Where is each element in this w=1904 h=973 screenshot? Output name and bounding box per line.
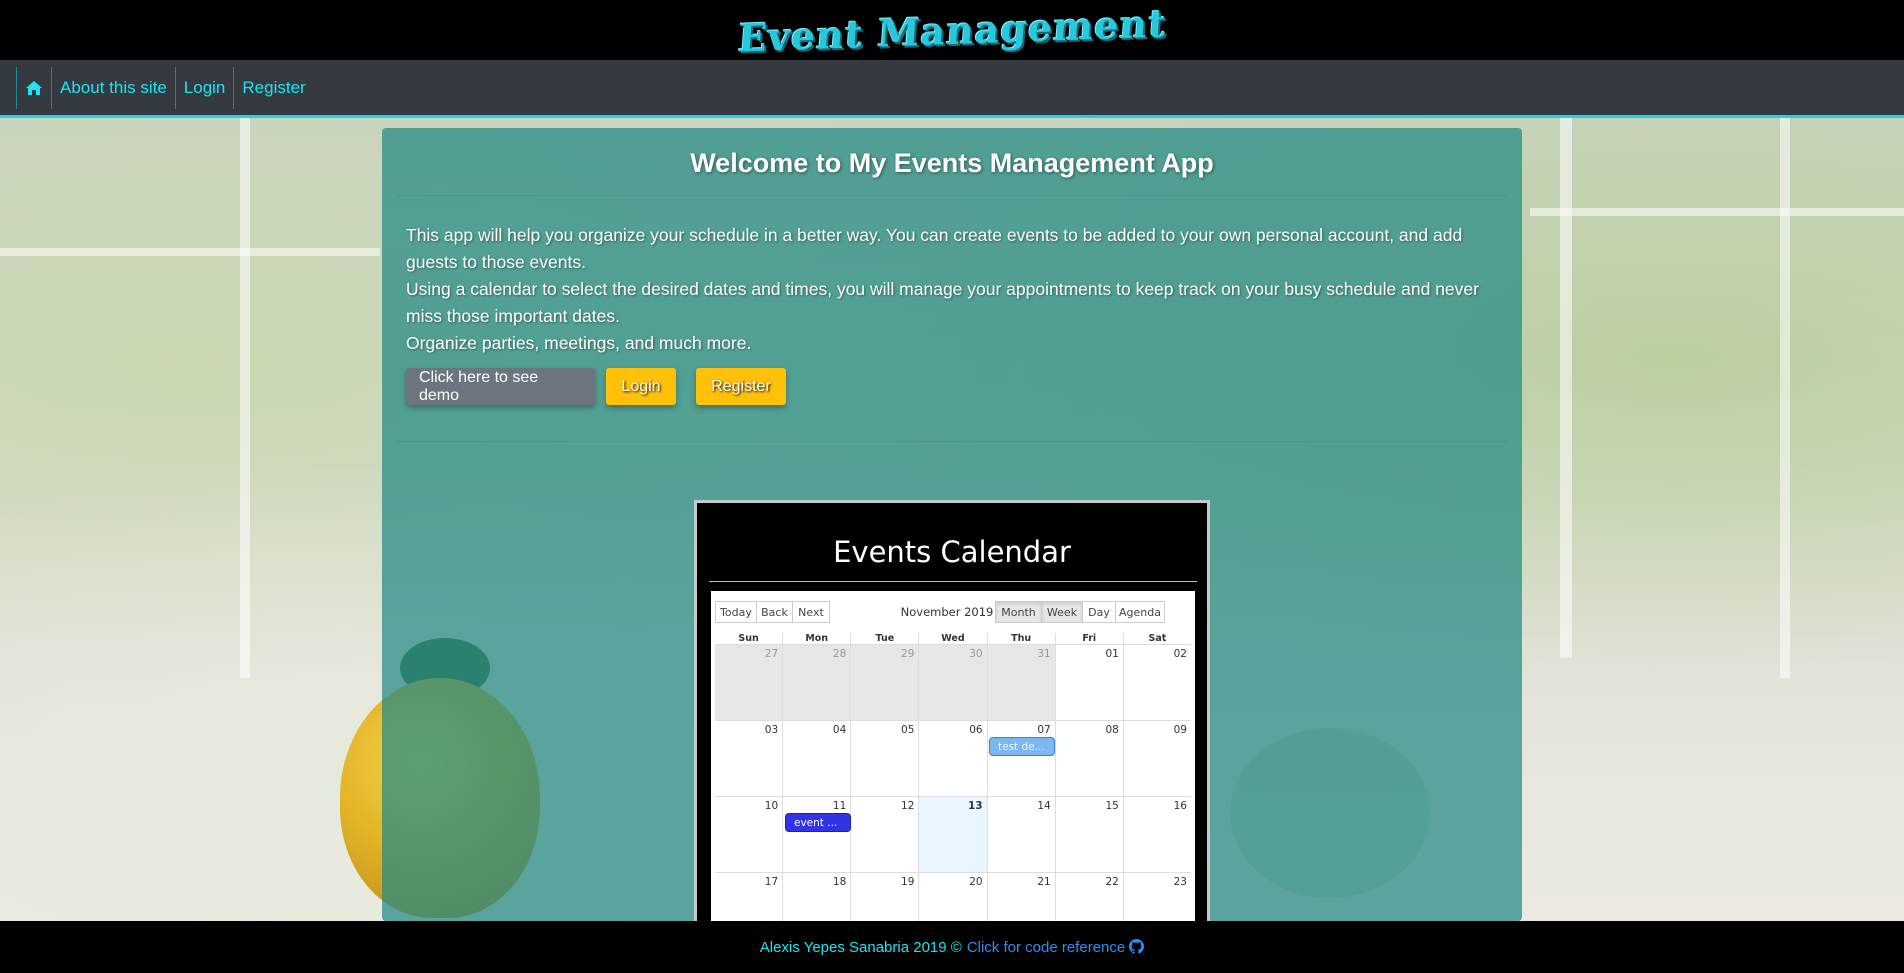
calendar-today-button[interactable]: Today xyxy=(715,601,757,623)
calendar-week-row: 27 28 29 30 31 01 02 xyxy=(715,645,1191,721)
calendar-next-button[interactable]: Next xyxy=(792,601,830,623)
see-demo-button[interactable]: Click here to see demo xyxy=(406,368,595,405)
nav-about-link[interactable]: About this site xyxy=(51,66,175,109)
calendar-day-cell[interactable]: 01 xyxy=(1054,645,1123,720)
nav-register-link[interactable]: Register xyxy=(233,66,313,109)
title-divider xyxy=(397,195,1507,196)
calendar-day-cell[interactable]: 07 xyxy=(986,721,1055,796)
intro-paragraph: Using a calendar to select the desired d… xyxy=(406,279,1479,326)
calendar-day-cell[interactable]: 27 xyxy=(715,645,783,720)
login-button[interactable]: Login xyxy=(606,368,676,405)
calendar-week-row: 03 04 05 06 07 08 09 test de... xyxy=(715,721,1191,797)
weekday-label: Tue xyxy=(850,633,918,644)
site-footer: Alexis Yepes Sanabria 2019 © Click for c… xyxy=(0,921,1904,973)
calendar-event[interactable]: event ... xyxy=(785,813,851,832)
calendar-month-grid: Sun Mon Tue Wed Thu Fri Sat 27 28 29 30 … xyxy=(715,633,1191,949)
calendar-day-cell[interactable]: 16 xyxy=(1122,797,1191,872)
intro-text: This app will help you organize your sch… xyxy=(406,222,1506,357)
calendar-day-cell-today[interactable]: 13 xyxy=(918,797,987,872)
calendar-day-cell[interactable]: 28 xyxy=(782,645,851,720)
calendar-day-cell[interactable]: 11 xyxy=(782,797,850,872)
calendar-event[interactable]: test de... xyxy=(989,737,1055,756)
calendar-day-cell[interactable]: 03 xyxy=(715,721,782,796)
weekday-label: Wed xyxy=(918,633,986,644)
section-divider xyxy=(397,441,1507,442)
code-reference-link[interactable]: Click for code reference xyxy=(966,938,1145,956)
calendar-nav-group: Today Back Next xyxy=(715,601,830,623)
calendar-day-cell[interactable]: 09 xyxy=(1122,721,1191,796)
action-buttons: Click here to see demo Login Register xyxy=(406,368,786,405)
nav-home[interactable] xyxy=(16,66,51,109)
calendar-view-month[interactable]: Month xyxy=(995,601,1042,623)
code-reference-label: Click for code reference xyxy=(966,938,1126,956)
calendar-day-cell[interactable]: 10 xyxy=(715,797,782,872)
calendar-day-cell[interactable]: 02 xyxy=(1122,645,1191,720)
calendar-view-day[interactable]: Day xyxy=(1082,601,1116,623)
calendar-view-agenda[interactable]: Agenda xyxy=(1115,601,1165,623)
site-logo-text: Event Management xyxy=(736,0,1168,61)
home-icon xyxy=(26,80,42,95)
weekday-label: Mon xyxy=(782,633,850,644)
calendar-week-row: 10 11 12 13 14 15 16 event ... xyxy=(715,797,1191,873)
calendar-view-week[interactable]: Week xyxy=(1041,601,1083,623)
weekday-label: Thu xyxy=(986,633,1055,644)
register-button[interactable]: Register xyxy=(696,368,786,405)
intro-paragraph: Organize parties, meetings, and much mor… xyxy=(406,333,752,353)
weekday-header-row: Sun Mon Tue Wed Thu Fri Sat xyxy=(715,633,1191,645)
github-icon xyxy=(1129,938,1145,954)
calendar-day-cell[interactable]: 30 xyxy=(918,645,987,720)
calendar-day-cell[interactable]: 29 xyxy=(850,645,919,720)
calendar-heading: Events Calendar xyxy=(833,535,1071,569)
calendar-day-cell[interactable]: 15 xyxy=(1054,797,1123,872)
calendar-back-button[interactable]: Back xyxy=(756,601,793,623)
weekday-label: Sat xyxy=(1122,633,1191,644)
main-navbar: About this site Login Register xyxy=(0,60,1904,118)
nav-login-link[interactable]: Login xyxy=(174,66,234,109)
page-title: Welcome to My Events Management App xyxy=(690,148,1214,178)
calendar-day-cell[interactable]: 31 xyxy=(986,645,1055,720)
calendar-view-group: Month Week Day Agenda xyxy=(995,601,1165,623)
calendar-day-cell[interactable]: 06 xyxy=(918,721,986,796)
calendar-day-cell[interactable]: 14 xyxy=(986,797,1055,872)
calendar-day-cell[interactable]: 08 xyxy=(1054,721,1123,796)
calendar-toolbar: Today Back Next November 2019 Month Week… xyxy=(715,601,1191,623)
calendar-widget: Today Back Next November 2019 Month Week… xyxy=(711,591,1195,963)
intro-paragraph: This app will help you organize your sch… xyxy=(406,225,1463,272)
calendar-preview-image: Events Calendar Today Back Next November… xyxy=(694,500,1210,963)
site-header: Event Management xyxy=(0,0,1904,60)
weekday-label: Fri xyxy=(1054,633,1123,644)
footer-credit: Alexis Yepes Sanabria 2019 © xyxy=(759,938,962,956)
calendar-heading-rule xyxy=(709,581,1197,582)
weekday-label: Sun xyxy=(738,633,759,644)
calendar-day-cell[interactable]: 04 xyxy=(782,721,850,796)
calendar-day-cell[interactable]: 12 xyxy=(850,797,918,872)
calendar-day-cell[interactable]: 05 xyxy=(850,721,918,796)
